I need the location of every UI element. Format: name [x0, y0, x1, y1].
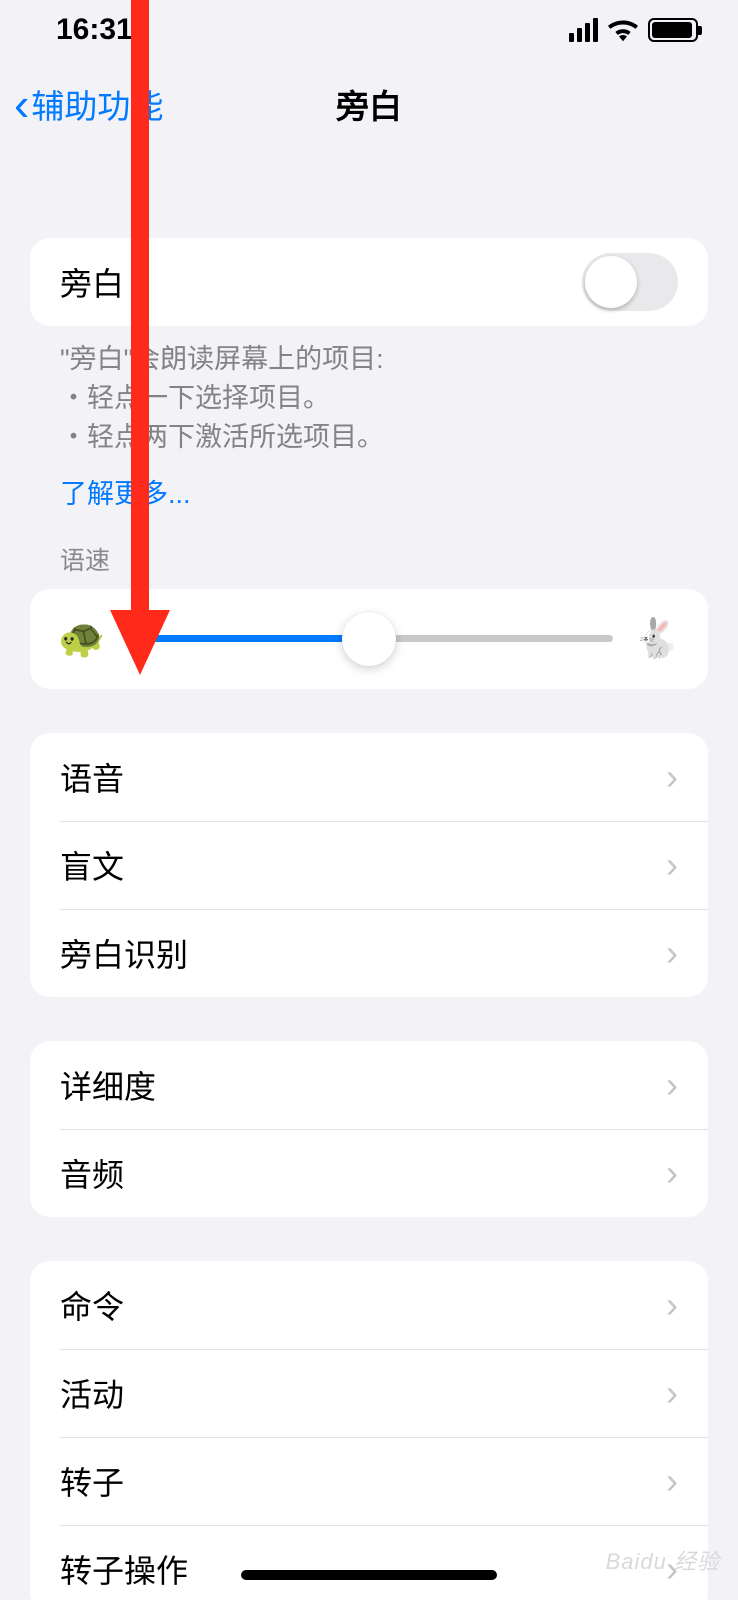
status-time: 16:31 — [56, 13, 133, 47]
row-braille[interactable]: 盲文 › — [30, 821, 708, 909]
row-label: 语音 — [60, 754, 666, 800]
description-intro: "旁白"会朗读屏幕上的项目: — [60, 340, 678, 379]
settings-group-verbosity: 详细度 › 音频 › — [30, 1041, 708, 1217]
chevron-right-icon: › — [666, 756, 678, 798]
chevron-right-icon: › — [666, 1284, 678, 1326]
voiceover-toggle-label: 旁白 — [60, 259, 582, 305]
row-label: 盲文 — [60, 842, 666, 888]
row-rotor[interactable]: 转子 › — [30, 1437, 708, 1525]
row-label: 音频 — [60, 1150, 666, 1196]
description-bullet-1: ・轻点一下选择项目。 — [60, 379, 678, 418]
row-activities[interactable]: 活动 › — [30, 1349, 708, 1437]
speaking-rate-slider-row: 🐢 🐇 — [30, 589, 708, 689]
voiceover-toggle-row[interactable]: 旁白 — [30, 238, 708, 326]
chevron-right-icon: › — [666, 1460, 678, 1502]
row-label: 转子操作 — [60, 1546, 666, 1592]
speaking-rate-header: 语速 — [30, 515, 708, 583]
row-speech[interactable]: 语音 › — [30, 733, 708, 821]
chevron-right-icon: › — [666, 1152, 678, 1194]
status-indicators — [569, 18, 698, 42]
chevron-right-icon: › — [666, 1372, 678, 1414]
row-label: 活动 — [60, 1370, 666, 1416]
chevron-left-icon: ‹ — [14, 81, 29, 127]
row-label: 转子 — [60, 1458, 666, 1504]
back-button[interactable]: ‹ 辅助功能 — [14, 80, 163, 128]
row-voiceover-recognition[interactable]: 旁白识别 › — [30, 909, 708, 997]
rabbit-icon: 🐇 — [633, 617, 680, 661]
wifi-icon — [608, 18, 638, 42]
voiceover-toggle-switch[interactable] — [582, 253, 678, 311]
status-bar: 16:31 — [0, 0, 738, 60]
row-audio[interactable]: 音频 › — [30, 1129, 708, 1217]
learn-more-link[interactable]: 了解更多... — [60, 475, 191, 514]
navigation-bar: ‹ 辅助功能 旁白 — [0, 60, 738, 148]
slider-thumb[interactable] — [342, 612, 396, 666]
chevron-right-icon: › — [666, 1064, 678, 1106]
home-indicator[interactable] — [241, 1570, 497, 1580]
speaking-rate-group: 🐢 🐇 — [30, 589, 708, 689]
battery-icon — [648, 18, 698, 42]
row-label: 命令 — [60, 1282, 666, 1328]
settings-group-speech: 语音 › 盲文 › 旁白识别 › — [30, 733, 708, 997]
chevron-right-icon: › — [666, 932, 678, 974]
tortoise-icon: 🐢 — [58, 617, 105, 661]
back-button-label: 辅助功能 — [31, 80, 163, 128]
row-label: 详细度 — [60, 1062, 666, 1108]
voiceover-description: "旁白"会朗读屏幕上的项目: ・轻点一下选择项目。 ・轻点两下激活所选项目。 了… — [30, 326, 708, 515]
row-label: 旁白识别 — [60, 930, 666, 976]
cellular-signal-icon — [569, 18, 598, 42]
chevron-right-icon: › — [666, 844, 678, 886]
description-bullet-2: ・轻点两下激活所选项目。 — [60, 418, 678, 457]
speaking-rate-slider[interactable] — [125, 635, 612, 642]
row-verbosity[interactable]: 详细度 › — [30, 1041, 708, 1129]
voiceover-toggle-group: 旁白 — [30, 238, 708, 326]
row-commands[interactable]: 命令 › — [30, 1261, 708, 1349]
watermark: Baidu 经验 — [606, 1544, 720, 1576]
